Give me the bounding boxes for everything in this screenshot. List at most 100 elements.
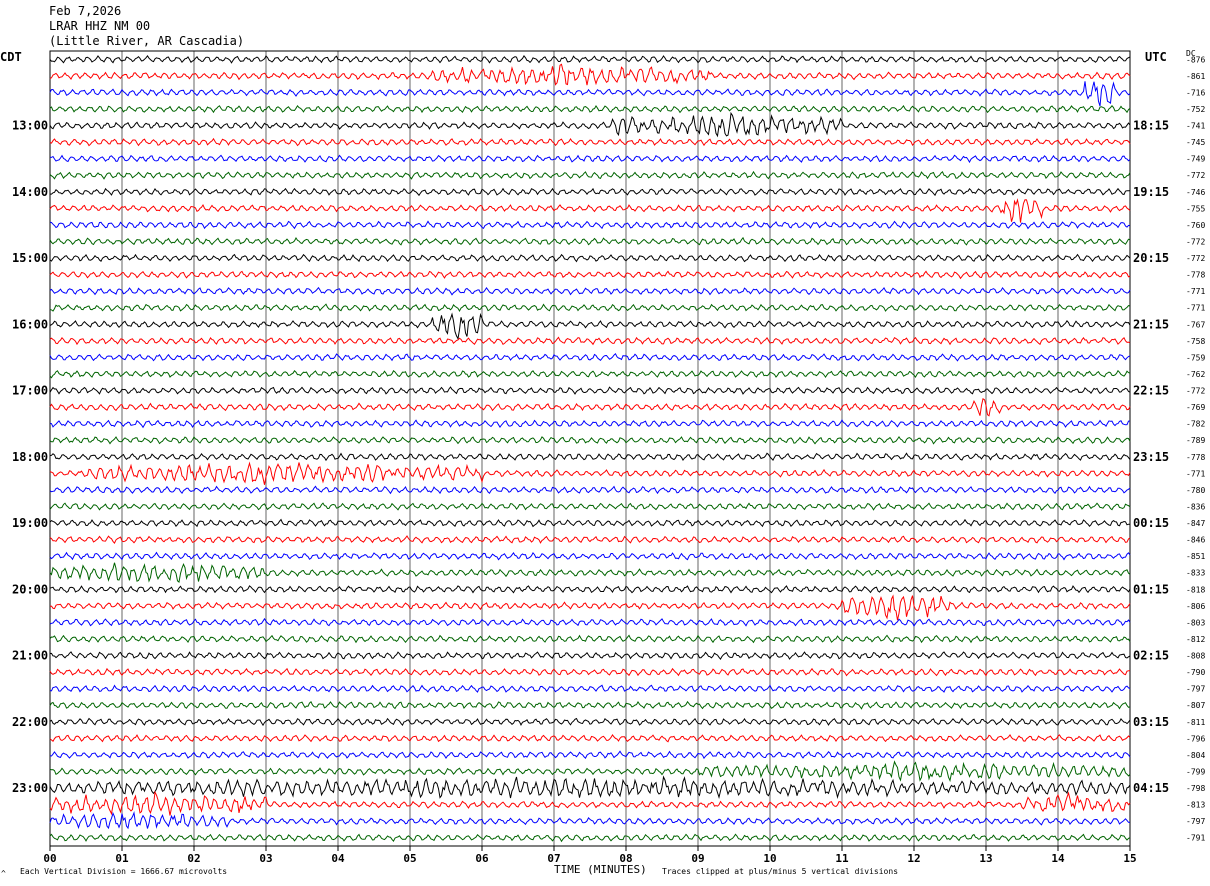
trace-line: [49, 63, 1131, 86]
x-tick-label: 00: [43, 852, 56, 865]
dc-offset-label: -771: [1186, 469, 1205, 478]
trace-line: [49, 286, 1131, 296]
dc-offset-label: -778: [1186, 271, 1205, 280]
trace-line: [49, 502, 1131, 511]
right-time-label: 01:15: [1133, 582, 1169, 596]
dc-offset-label: -772: [1186, 387, 1205, 396]
vertical-scale-note: Each Vertical Division = 1666.67 microvo…: [20, 867, 228, 876]
trace-line: [49, 700, 1131, 710]
x-tick-label: 15: [1123, 852, 1136, 865]
dc-offset-label: -767: [1186, 320, 1205, 329]
left-time-label: 15:00: [12, 251, 48, 265]
x-tick-label: 05: [403, 852, 416, 865]
trace-line: [49, 585, 1131, 594]
trace-line: [49, 236, 1131, 246]
trace-line: [49, 336, 1131, 346]
left-time-label: 16:00: [12, 317, 48, 331]
x-tick-label: 06: [475, 852, 489, 865]
dc-offset-label: -846: [1186, 536, 1205, 545]
dc-offset-label: -797: [1186, 685, 1205, 694]
trace-line: [49, 594, 1131, 621]
trace-line: [49, 717, 1131, 727]
helicorder-page: Feb 7,2026 LRAR HHZ NM 00 (Little River,…: [0, 0, 1210, 886]
dc-offset-label: -782: [1186, 420, 1205, 429]
clipping-note: Traces clipped at plus/minus 5 vertical …: [662, 867, 899, 876]
helicorder-plot: 00 01 02 03 04 05 06 07 08 09 10 11 12 13 14 15-876-861…: [12, 50, 1205, 865]
dc-offset-label: -813: [1186, 801, 1205, 810]
x-tick-label: 09: [691, 852, 704, 865]
trace-line: [49, 667, 1131, 677]
dc-offset-label: -807: [1186, 701, 1205, 710]
right-time-label: 19:15: [1133, 185, 1169, 199]
dc-offset-label: -778: [1186, 453, 1205, 462]
dc-offset-label: -836: [1186, 502, 1205, 511]
right-time-label: 18:15: [1133, 119, 1169, 133]
left-time-label: 20:00: [12, 582, 48, 596]
x-tick-label: 04: [331, 852, 345, 865]
trace-line: [49, 436, 1131, 445]
left-time-label: 19:00: [12, 516, 48, 530]
trace-line: [49, 535, 1131, 545]
dc-offset-label: -771: [1186, 287, 1205, 296]
dc-offset-label: -755: [1186, 204, 1205, 213]
left-time-label: 21:00: [12, 649, 48, 663]
x-tick-label: 13: [979, 852, 992, 865]
trace-line: [49, 617, 1131, 627]
dc-offset-label: -771: [1186, 304, 1205, 313]
x-tick-label: 01: [115, 852, 129, 865]
dc-offset-label: -799: [1186, 767, 1205, 776]
trace-line: [49, 353, 1131, 362]
trace-line: [49, 810, 1131, 830]
dc-offset-label: -798: [1186, 784, 1205, 793]
x-tick-label: 02: [187, 852, 200, 865]
trace-line: [49, 634, 1131, 644]
right-time-label: 20:15: [1133, 251, 1169, 265]
trace-line: [49, 551, 1131, 561]
dc-offset-label: -746: [1186, 188, 1205, 197]
left-time-label: 14:00: [12, 185, 48, 199]
trace-line: [49, 154, 1131, 164]
dc-offset-label: -806: [1186, 602, 1205, 611]
right-time-label: 04:15: [1133, 781, 1169, 795]
dc-offset-label: -772: [1186, 237, 1205, 246]
trace-line: [50, 187, 1131, 197]
dc-offset-label: -791: [1186, 834, 1205, 843]
trace-line: [49, 170, 1131, 180]
dc-offset-label: -745: [1186, 138, 1205, 147]
trace-line: [49, 461, 1131, 485]
dc-offset-label: -716: [1186, 88, 1205, 97]
trace-line: [49, 750, 1131, 760]
dc-offset-label: -861: [1186, 72, 1205, 81]
x-tick-label: 10: [763, 852, 776, 865]
dc-offset-label: -772: [1186, 254, 1205, 263]
trace-line: [49, 81, 1131, 107]
right-time-label: 00:15: [1133, 516, 1169, 530]
dc-offset-label: -803: [1186, 618, 1205, 627]
trace-line: [49, 562, 1131, 584]
dc-offset-label: -762: [1186, 370, 1205, 379]
dc-offset-label: -758: [1186, 337, 1205, 346]
trace-line: [49, 220, 1131, 230]
dc-offset-label: -760: [1186, 221, 1205, 230]
left-time-label: 22:00: [12, 715, 48, 729]
trace-line: [49, 684, 1131, 693]
dc-offset-label: -833: [1186, 569, 1205, 578]
right-time-label: 21:15: [1133, 317, 1169, 331]
trace-line: [49, 518, 1131, 528]
left-time-label: 18:00: [12, 450, 48, 464]
x-tick-label: 11: [835, 852, 849, 865]
dc-offset-label: -769: [1186, 403, 1205, 412]
dc-offset-label: -808: [1186, 652, 1205, 661]
dc-offset-label: -752: [1186, 105, 1205, 114]
dc-offset-label: -804: [1186, 751, 1205, 760]
dc-offset-label: -780: [1186, 486, 1205, 495]
trace-line: [49, 312, 1131, 341]
trace-line: [49, 485, 1131, 495]
trace-line: [49, 303, 1131, 313]
trace-line: [49, 833, 1131, 843]
dc-offset-label: -796: [1186, 734, 1205, 743]
trace-line: [49, 651, 1131, 660]
x-axis-title: TIME (MINUTES): [554, 863, 647, 876]
x-tick-label: 14: [1051, 852, 1065, 865]
right-time-label: 22:15: [1133, 384, 1169, 398]
